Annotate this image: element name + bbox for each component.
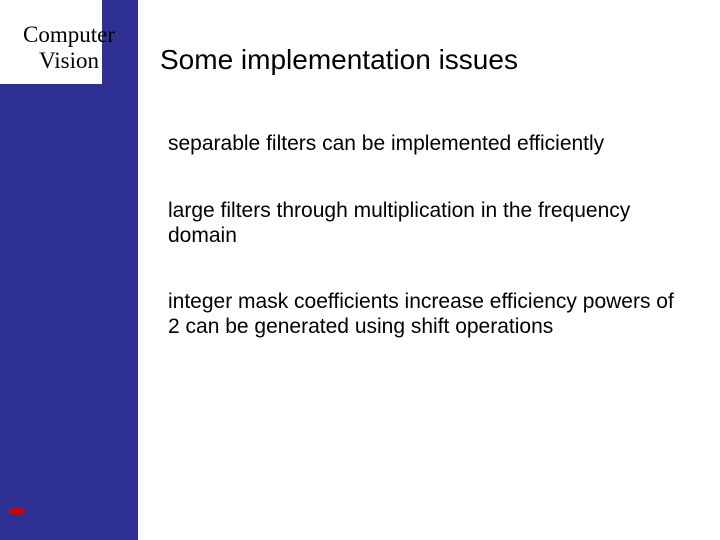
arrow-right-icon: ➨ [8,498,26,524]
paragraph: large filters through multiplication in … [168,199,678,249]
sidebar-title-line2: Vision [39,48,99,73]
paragraph: separable filters can be implemented eff… [168,132,678,157]
slide-body: separable filters can be implemented eff… [168,132,678,382]
paragraph: integer mask coefficients increase effic… [168,290,678,340]
sidebar: Computer Vision [0,0,138,540]
slide-heading: Some implementation issues [160,44,518,76]
sidebar-title-line1: Computer [23,22,115,47]
slide: Computer Vision Some implementation issu… [0,0,720,540]
sidebar-title: Computer Vision [0,22,138,75]
